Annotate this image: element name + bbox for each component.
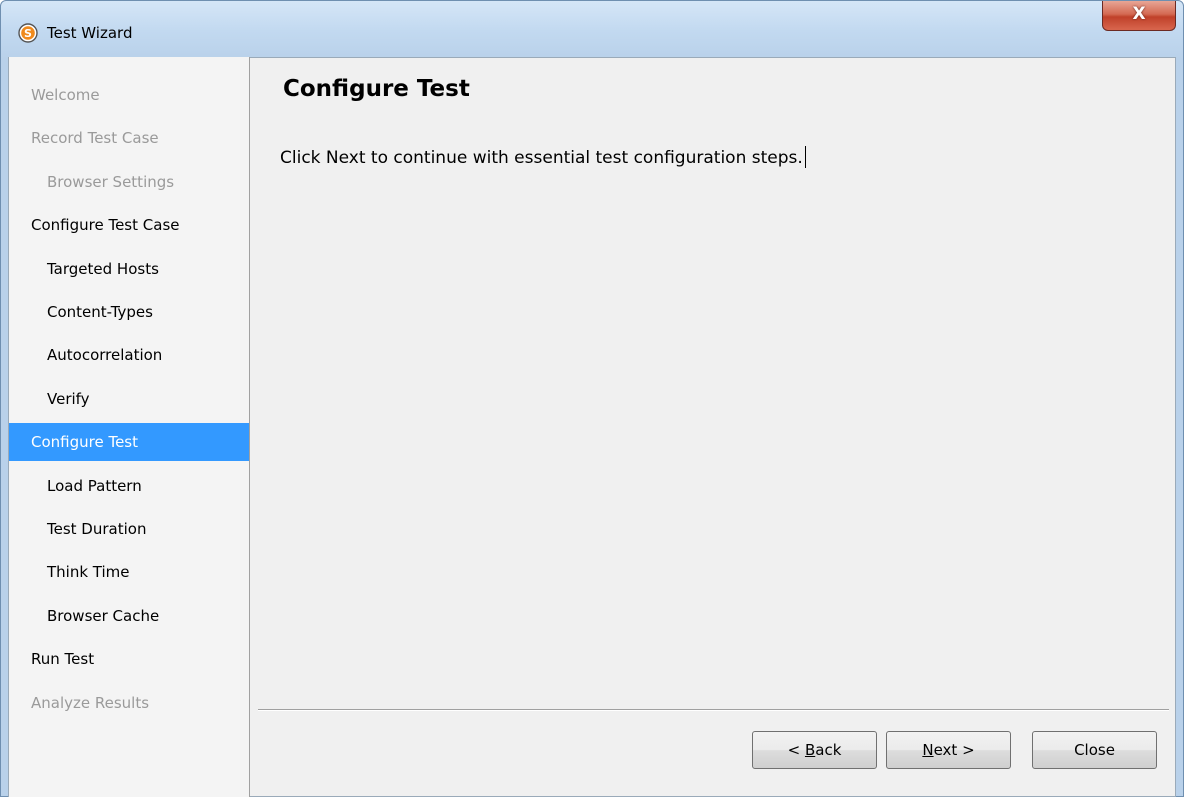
sidebar-item-autocorrelation[interactable]: Autocorrelation [9,336,249,374]
wizard-steps-sidebar: Welcome Record Test Case Browser Settings C… [8,57,250,797]
sidebar-item-configure-test-case[interactable]: Configure Test Case [9,206,249,244]
footer-separator [258,709,1169,711]
back-prefix: < [787,741,805,759]
window-title: Test Wizard [47,24,133,42]
sidebar-item-targeted-hosts[interactable]: Targeted Hosts [9,250,249,288]
back-button[interactable]: < Back [752,731,877,769]
close-button[interactable]: Close [1032,731,1157,769]
sidebar-item-test-duration[interactable]: Test Duration [9,510,249,548]
sidebar-item-browser-settings: Browser Settings [47,173,175,191]
sidebar-item-load-pattern[interactable]: Load Pattern [9,467,249,505]
sidebar-item-content-types[interactable]: Content-Types [9,293,249,331]
sidebar-item-analyze-results: Analyze Results [31,694,150,712]
page-title: Configure Test [283,76,470,102]
sidebar-item-run-test[interactable]: Run Test [9,640,249,678]
app-logo-letter: S [24,27,32,40]
sidebar-item-configure-test[interactable]: Configure Test [9,423,249,461]
back-rest: ack [815,741,842,759]
text-caret [804,146,806,168]
sidebar-item-browser-cache[interactable]: Browser Cache [9,597,249,635]
window-close-button[interactable]: X [1102,1,1176,31]
step-description: Click Next to continue with essential te… [280,146,806,168]
title-bar[interactable]: S Test Wizard X [1,1,1183,57]
next-mnemonic: N [922,741,934,759]
close-icon: X [1132,4,1146,24]
app-logo-icon: S [18,23,38,43]
next-button[interactable]: Next > [886,731,1011,769]
step-description-text: Click Next to continue with essential te… [280,148,803,168]
next-rest: ext > [933,741,975,759]
sidebar-item-record-test-case: Record Test Case [31,129,159,147]
sidebar-item-verify[interactable]: Verify [9,380,249,418]
sidebar-item-think-time[interactable]: Think Time [9,553,249,591]
back-mnemonic: B [804,741,816,759]
sidebar-item-welcome: Welcome [31,86,100,104]
